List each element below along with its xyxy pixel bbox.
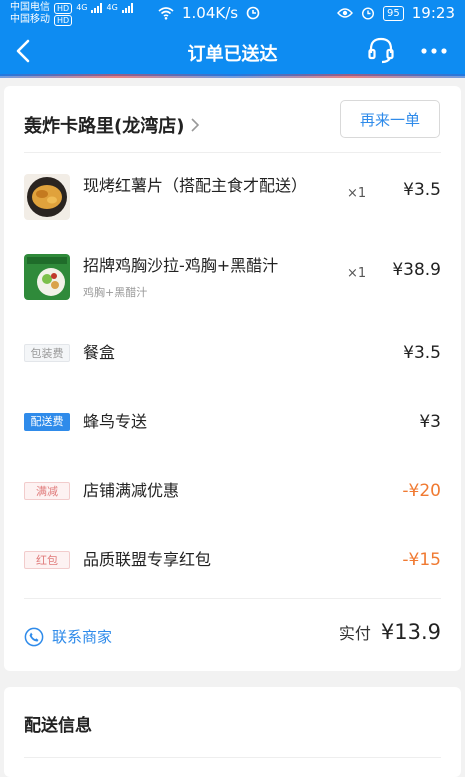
contact-label: 联系商家 (52, 628, 113, 646)
total-paid: 实付 ¥13.9 (339, 620, 441, 644)
alarm-icon (362, 7, 375, 20)
item-quantity: ×1 (347, 186, 367, 201)
fee-label: 店铺满减优惠 (83, 481, 180, 500)
contact-merchant-button[interactable]: 联系商家 (24, 626, 112, 647)
divider (24, 598, 441, 599)
clock: 19:23 (411, 4, 455, 22)
item-image-sweet-potato (24, 174, 70, 220)
fee-row-red-packet: 红包 品质联盟专享红包 -¥15 (24, 548, 441, 574)
shop-name: 轰炸卡路里(龙湾店) (24, 116, 185, 137)
carrier-2: 中国移动 (10, 14, 50, 25)
fee-label: 蜂鸟专送 (83, 412, 148, 431)
carrier-info: 中国电信 HD 4G 4G 中国移动 HD (10, 2, 133, 26)
total-value: ¥13.9 (380, 620, 441, 644)
fee-tag: 红包 (24, 551, 70, 569)
fee-value: -¥20 (402, 481, 441, 501)
hd-badge: HD (54, 2, 73, 14)
order-item: 现烤红薯片（搭配主食才配送） ×1 ¥3.5 (24, 174, 441, 224)
item-name: 招牌鸡胸沙拉-鸡胸+黑醋汁 (83, 256, 279, 275)
nav-bar: 订单已送达 (0, 28, 465, 76)
item-price: ¥38.9 (392, 260, 441, 280)
eye-icon (337, 8, 353, 18)
order-item: 招牌鸡胸沙拉-鸡胸+黑醋汁 鸡胸+黑醋汁 ×1 ¥38.9 (24, 254, 441, 304)
reorder-button[interactable]: 再来一单 (340, 100, 440, 138)
phone-icon (24, 627, 44, 646)
fee-row-delivery: 配送费 蜂鸟专送 ¥3 (24, 410, 441, 436)
fee-tag: 包装费 (24, 344, 70, 362)
fee-value: ¥3 (419, 412, 441, 432)
decorative-strip (0, 74, 465, 78)
divider (24, 757, 441, 758)
data-saver-icon (246, 6, 260, 20)
signal-icon (91, 3, 103, 13)
item-quantity: ×1 (347, 266, 367, 281)
fee-tag: 配送费 (24, 413, 70, 431)
fee-value: ¥3.5 (403, 343, 441, 363)
carrier-1: 中国电信 (10, 2, 50, 13)
divider (24, 152, 441, 153)
fee-tag: 满减 (24, 482, 70, 500)
signal-icon (121, 3, 133, 13)
chevron-right-icon (191, 118, 200, 132)
fee-row-discount: 满减 店铺满减优惠 -¥20 (24, 479, 441, 505)
headset-icon[interactable] (366, 35, 396, 65)
fee-value: -¥15 (402, 550, 441, 570)
battery-icon: 95 (383, 5, 404, 21)
fee-label: 品质联盟专享红包 (83, 550, 212, 569)
wifi-icon (158, 7, 174, 20)
total-label: 实付 (338, 624, 371, 643)
system-status: 95 19:23 (337, 4, 455, 22)
item-spec: 鸡胸+黑醋汁 (83, 286, 148, 299)
network-type-1: 4G (76, 3, 88, 12)
shop-link[interactable]: 轰炸卡路里(龙湾店) (24, 112, 200, 138)
network-status: 1.04K/s (158, 4, 260, 22)
item-name: 现烤红薯片（搭配主食才配送） (83, 176, 308, 195)
order-card: 轰炸卡路里(龙湾店) 再来一单 现烤红薯片（搭配主食才配送） ×1 ¥3.5 招… (4, 86, 461, 671)
item-price: ¥3.5 (403, 180, 441, 200)
delivery-info-title: 配送信息 (24, 716, 92, 736)
network-type-2: 4G (106, 3, 118, 12)
item-image-salad (24, 254, 70, 300)
fee-label: 餐盒 (83, 343, 116, 362)
more-icon[interactable] (418, 36, 450, 66)
fee-row-packaging: 包装费 餐盒 ¥3.5 (24, 341, 441, 367)
net-speed: 1.04K/s (182, 4, 239, 22)
delivery-info-card: 配送信息 (4, 687, 461, 777)
status-bar: 中国电信 HD 4G 4G 中国移动 HD 1.04K/s 95 19:23 (0, 0, 465, 28)
hd-badge: HD (54, 14, 73, 26)
